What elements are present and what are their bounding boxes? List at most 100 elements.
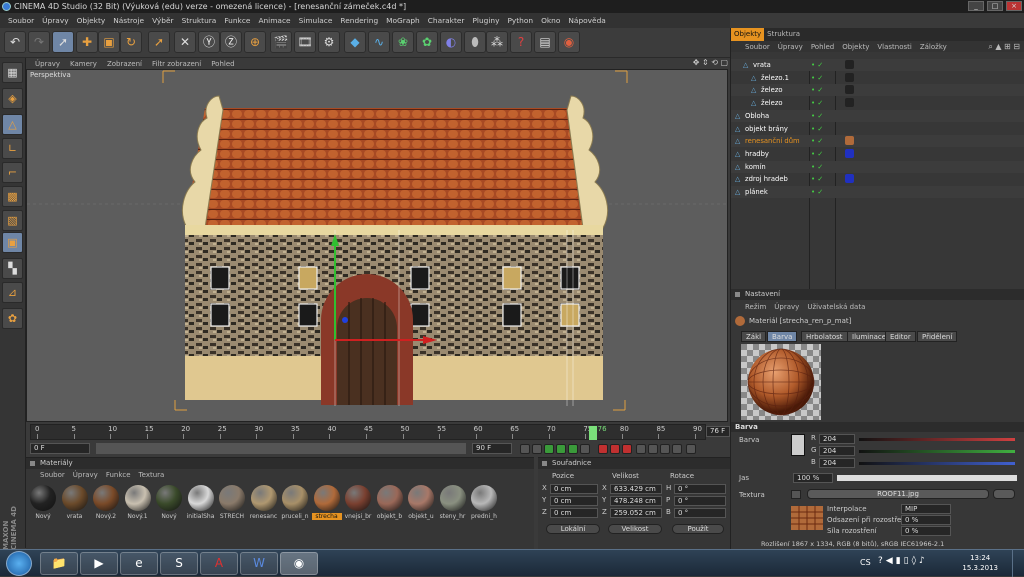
material-1[interactable]: vrata: [60, 485, 90, 525]
start-button[interactable]: [6, 551, 32, 576]
material-8[interactable]: pruceli_n: [280, 485, 310, 525]
object-visibility-toggle[interactable]: • ✓: [811, 84, 823, 96]
menu-4[interactable]: Výběr: [148, 16, 178, 25]
objects-menu-4[interactable]: Vlastnosti: [873, 43, 915, 51]
play-icon[interactable]: [556, 444, 566, 454]
apply-button[interactable]: Použít: [672, 524, 724, 534]
menu-5[interactable]: Struktura: [178, 16, 221, 25]
rgb-channel-field[interactable]: 204: [819, 434, 855, 444]
array-icon[interactable]: ✿: [416, 31, 438, 53]
objects-menu-5[interactable]: Záložky: [916, 43, 951, 51]
coord-size-field[interactable]: 259.052 cm: [610, 508, 662, 518]
cinema4d-taskbar-icon[interactable]: ◉: [280, 552, 318, 575]
attributes-tab-5[interactable]: Přidělení: [917, 331, 958, 342]
points-mode-icon[interactable]: ▩: [2, 186, 23, 207]
object-visibility-toggle[interactable]: • ✓: [811, 186, 823, 198]
object-visibility-toggle[interactable]: • ✓: [811, 173, 823, 185]
scale-icon[interactable]: ▣: [98, 31, 120, 53]
brightness-slider[interactable]: [837, 475, 1017, 481]
render-picture-icon[interactable]: 🎞: [294, 31, 316, 53]
viewport-menu-0[interactable]: Úpravy: [30, 60, 65, 68]
object-tag-icon[interactable]: [845, 60, 854, 69]
object-row[interactable]: △ hradby • ✓: [731, 148, 1024, 160]
texture-arrow-button[interactable]: [791, 490, 801, 499]
rgb-channel-slider[interactable]: [859, 450, 1015, 453]
object-visibility-toggle[interactable]: • ✓: [811, 97, 823, 109]
materials-menu-0[interactable]: Soubor: [36, 471, 69, 479]
object-tag-icon[interactable]: [845, 98, 854, 108]
materials-menu-3[interactable]: Textura: [135, 471, 169, 479]
coord-rotation-field[interactable]: 0 °: [674, 484, 726, 494]
coord-position-field[interactable]: 0 cm: [550, 496, 598, 506]
viewport-menu-3[interactable]: Filtr zobrazení: [147, 60, 206, 68]
objects-tab-0[interactable]: Objekty: [731, 28, 765, 41]
prev-key-icon[interactable]: [532, 444, 542, 454]
blur-offset-field[interactable]: 0 %: [901, 515, 951, 525]
texture-file-button[interactable]: ROOF11.jpg: [807, 489, 989, 499]
go-start-icon[interactable]: [520, 444, 530, 454]
record-icon[interactable]: [598, 444, 608, 454]
color-swatch[interactable]: [791, 434, 805, 456]
menu-7[interactable]: Animace: [254, 16, 294, 25]
attributes-menu-0[interactable]: Režim: [741, 303, 770, 311]
coord-size-field[interactable]: 478.248 cm: [610, 496, 662, 506]
key-position-icon[interactable]: [636, 444, 646, 454]
next-frame-icon[interactable]: [568, 444, 578, 454]
viewport-perspective[interactable]: Perspektiva: [26, 69, 728, 422]
coord-rotation-field[interactable]: 0 °: [674, 496, 726, 506]
material-11[interactable]: objekt_b: [375, 485, 405, 525]
rgb-channel-field[interactable]: 204: [819, 458, 855, 468]
nurbs-icon[interactable]: ❀: [392, 31, 414, 53]
menu-15[interactable]: Nápověda: [564, 16, 609, 25]
make-editable-icon[interactable]: ▦: [2, 62, 23, 83]
current-frame-marker[interactable]: [588, 426, 597, 440]
coord-position-field[interactable]: 0 cm: [550, 508, 598, 518]
menu-10[interactable]: MoGraph: [382, 16, 424, 25]
render-settings-icon[interactable]: ⚙: [318, 31, 340, 53]
redo-icon[interactable]: ↷: [28, 31, 50, 53]
deformer-icon[interactable]: ◐: [440, 31, 462, 53]
attributes-tab-0[interactable]: Zákl: [741, 331, 767, 342]
attributes-menu-2[interactable]: Uživatelská data: [803, 303, 869, 311]
menu-14[interactable]: Okno: [537, 16, 564, 25]
key-scale-icon[interactable]: [648, 444, 658, 454]
rgb-channel-slider[interactable]: [859, 438, 1015, 441]
word-icon[interactable]: W: [240, 552, 278, 575]
key-rotation-icon[interactable]: [660, 444, 670, 454]
attributes-tab-2[interactable]: Hrbolatost: [801, 331, 848, 342]
menu-1[interactable]: Úpravy: [38, 16, 72, 25]
polygons-mode-icon[interactable]: ▣: [2, 232, 23, 253]
coord-rotation-field[interactable]: 0 °: [674, 508, 726, 518]
keyframe-selection-icon[interactable]: [622, 444, 632, 454]
object-row[interactable]: △ objekt brány • ✓: [731, 123, 1024, 135]
material-12[interactable]: objekt_u: [406, 485, 436, 525]
menu-13[interactable]: Python: [503, 16, 537, 25]
object-mode-icon[interactable]: △: [2, 114, 23, 135]
objects-tab-1[interactable]: Struktura: [764, 28, 803, 41]
axis-mode-icon[interactable]: ⌐: [2, 162, 23, 183]
z-axis-icon[interactable]: Ⓩ: [220, 31, 242, 53]
object-row[interactable]: △ zdroj hradeb • ✓: [731, 173, 1024, 185]
rgb-channel-slider[interactable]: [859, 462, 1015, 465]
explorer-icon[interactable]: 📁: [40, 552, 78, 575]
web-icon[interactable]: ◉: [558, 31, 580, 53]
acrobat-icon[interactable]: A: [200, 552, 238, 575]
viewport-menu-4[interactable]: Pohled: [206, 60, 239, 68]
edges-mode-icon[interactable]: ▧: [2, 210, 23, 231]
attributes-tab-4[interactable]: Editor: [885, 331, 916, 342]
object-tag-icon[interactable]: [845, 174, 854, 184]
snap-icon[interactable]: ▚: [2, 258, 23, 279]
menu-0[interactable]: Soubor: [4, 16, 38, 25]
scene-icon[interactable]: ⬮: [464, 31, 486, 53]
autokey-icon[interactable]: [610, 444, 620, 454]
object-visibility-toggle[interactable]: • ✓: [811, 161, 823, 173]
menu-8[interactable]: Simulace: [295, 16, 337, 25]
material-0[interactable]: Nový: [28, 485, 58, 525]
interpolation-dropdown[interactable]: MIP: [901, 504, 951, 514]
material-13[interactable]: steny_hr: [438, 485, 468, 525]
brightness-field[interactable]: 100 %: [793, 473, 833, 483]
object-row[interactable]: △ plánek • ✓: [731, 186, 1024, 198]
material-5[interactable]: initialSha: [186, 485, 216, 525]
texture-mode-icon[interactable]: ∟: [2, 138, 23, 159]
menu-12[interactable]: Pluginy: [468, 16, 503, 25]
